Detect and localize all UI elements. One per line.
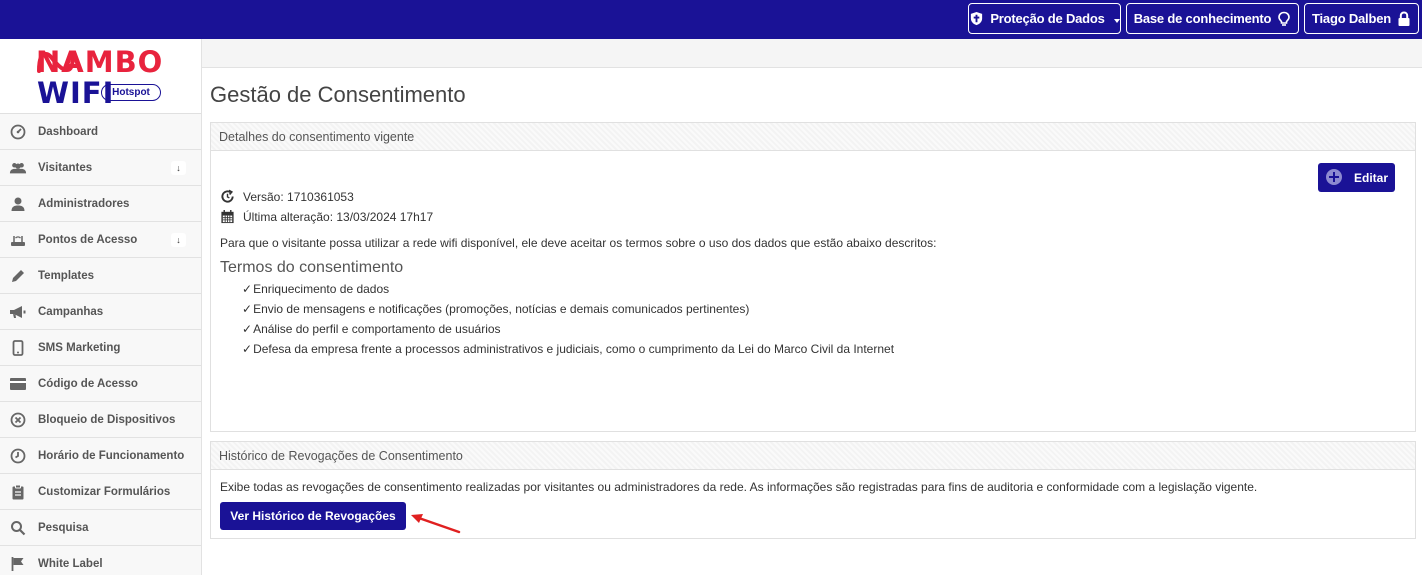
revocation-history-panel: Histórico de Revogações de Consentimento…: [210, 441, 1416, 539]
sidebar-item-label: Administradores: [38, 197, 130, 210]
term-text: Análise do perfil e comportamento de usu…: [253, 322, 501, 336]
page-title: Gestão de Consentimento: [210, 82, 466, 107]
sidebar-item-label: Campanhas: [38, 305, 104, 318]
panel-heading: Detalhes do consentimento vigente: [211, 123, 1415, 151]
logo-hotspot-badge: Hotspot: [101, 84, 161, 101]
logo[interactable]: NAMBO WIFI Hotspot: [0, 39, 201, 114]
megaphone-icon: [9, 304, 27, 320]
sidebar-item-label: White Label: [38, 557, 103, 570]
check-icon: ✓: [242, 322, 253, 336]
lock-icon: [1398, 10, 1410, 26]
knowledge-base-button[interactable]: Base de conhecimento: [1126, 3, 1299, 34]
term-text: Defesa da empresa frente a processos adm…: [253, 342, 895, 356]
logo-text-top: NAMBO: [36, 45, 164, 79]
user-name: Tiago Dalben: [1312, 11, 1391, 26]
sidebar-item-label: Customizar Formulários: [38, 485, 171, 498]
block-x-icon: [9, 412, 27, 428]
sidebar-item-label: Código de Acesso: [38, 377, 138, 390]
consent-description: Para que o visitante possa utilizar a re…: [220, 236, 937, 250]
revocation-description: Exibe todas as revogações de consentimen…: [220, 480, 1258, 494]
content-header-strip: [202, 39, 1422, 68]
annotation-arrow-icon: [411, 514, 461, 534]
lightbulb-icon: [1278, 11, 1291, 26]
view-revocation-history-button[interactable]: Ver Histórico de Revogações: [220, 502, 406, 530]
user-menu-button[interactable]: Tiago Dalben: [1304, 3, 1419, 34]
edit-button[interactable]: Editar: [1318, 163, 1395, 192]
sidebar-item-label: Templates: [38, 269, 95, 282]
main-content: Gestão de Consentimento Detalhes do cons…: [202, 39, 1422, 575]
pencil-icon: [9, 268, 27, 284]
check-icon: ✓: [242, 342, 253, 356]
router-icon: [9, 232, 27, 248]
data-protection-label: Proteção de Dados: [990, 11, 1105, 26]
clock-icon: [9, 448, 27, 464]
sidebar-item-label: Dashboard: [38, 125, 99, 138]
sidebar-item-bloqueio-de-dispositivos[interactable]: Bloqueio de Dispositivos: [0, 402, 201, 438]
sidebar-item-administradores[interactable]: Administradores: [0, 186, 201, 222]
panel-heading: Histórico de Revogações de Consentimento: [211, 442, 1415, 470]
expand-badge[interactable]: ↓: [171, 233, 186, 247]
check-icon: ✓: [242, 282, 253, 296]
terms-title: Termos do consentimento: [220, 259, 404, 276]
mobile-phone-icon: [9, 340, 27, 356]
version-text: Versão: 1710361053: [243, 189, 354, 204]
dashboard-gauge-icon: [9, 124, 27, 140]
sidebar-item-horario-de-funcionamento[interactable]: Horário de Funcionamento: [0, 438, 201, 474]
sidebar-item-codigo-de-acesso[interactable]: Código de Acesso: [0, 366, 201, 402]
calendar-icon: [220, 209, 235, 224]
last-change-row: Última alteração: 13/03/2024 17h17: [220, 209, 433, 224]
user-icon: [9, 196, 27, 212]
consent-details-panel: Detalhes do consentimento vigente Editar…: [210, 122, 1416, 432]
sidebar-item-pontos-de-acesso[interactable]: Pontos de Acesso ↓: [0, 222, 201, 258]
flag-icon: [9, 556, 27, 572]
term-text: Enriquecimento de dados: [253, 282, 390, 296]
sidebar-item-white-label[interactable]: White Label: [0, 546, 201, 575]
sidebar-item-visitantes[interactable]: Visitantes ↓: [0, 150, 201, 186]
term-item: ✓Enriquecimento de dados: [242, 282, 389, 296]
version-row: Versão: 1710361053: [220, 189, 354, 204]
users-icon: [9, 160, 27, 176]
clipboard-icon: [9, 484, 27, 500]
plus-circle-icon: [1326, 169, 1342, 185]
top-navbar: Proteção de Dados Base de conhecimento T…: [0, 0, 1422, 39]
sidebar-item-pesquisa[interactable]: Pesquisa: [0, 510, 201, 546]
sidebar: NAMBO WIFI Hotspot Dashboard Visitantes …: [0, 39, 202, 575]
shield-icon: [971, 11, 983, 26]
term-item: ✓Defesa da empresa frente a processos ad…: [242, 342, 894, 356]
sidebar-item-sms-marketing[interactable]: SMS Marketing: [0, 330, 201, 366]
sidebar-item-label: Horário de Funcionamento: [38, 449, 185, 462]
term-text: Envio de mensagens e notificações (promo…: [253, 302, 750, 316]
sidebar-item-templates[interactable]: Templates: [0, 258, 201, 294]
sidebar-item-label: SMS Marketing: [38, 341, 121, 354]
chevron-down-icon: [1113, 18, 1120, 23]
sidebar-item-customizar-formularios[interactable]: Customizar Formulários: [0, 474, 201, 510]
expand-badge[interactable]: ↓: [171, 161, 186, 175]
edit-button-label: Editar: [1354, 170, 1389, 185]
knowledge-base-label: Base de conhecimento: [1133, 11, 1272, 26]
refresh-clock-icon: [220, 189, 235, 204]
sidebar-item-label: Pesquisa: [38, 521, 89, 534]
term-item: ✓Envio de mensagens e notificações (prom…: [242, 302, 749, 316]
check-icon: ✓: [242, 302, 253, 316]
sidebar-item-campanhas[interactable]: Campanhas: [0, 294, 201, 330]
search-icon: [9, 520, 27, 536]
sidebar-item-label: Bloqueio de Dispositivos: [38, 413, 176, 426]
last-change-text: Última alteração: 13/03/2024 17h17: [243, 209, 434, 224]
term-item: ✓Análise do perfil e comportamento de us…: [242, 322, 501, 336]
credit-card-icon: [9, 376, 27, 392]
data-protection-dropdown[interactable]: Proteção de Dados: [968, 3, 1121, 34]
sidebar-item-label: Pontos de Acesso: [38, 233, 138, 246]
sidebar-item-label: Visitantes: [38, 161, 93, 174]
sidebar-item-dashboard[interactable]: Dashboard: [0, 114, 201, 150]
